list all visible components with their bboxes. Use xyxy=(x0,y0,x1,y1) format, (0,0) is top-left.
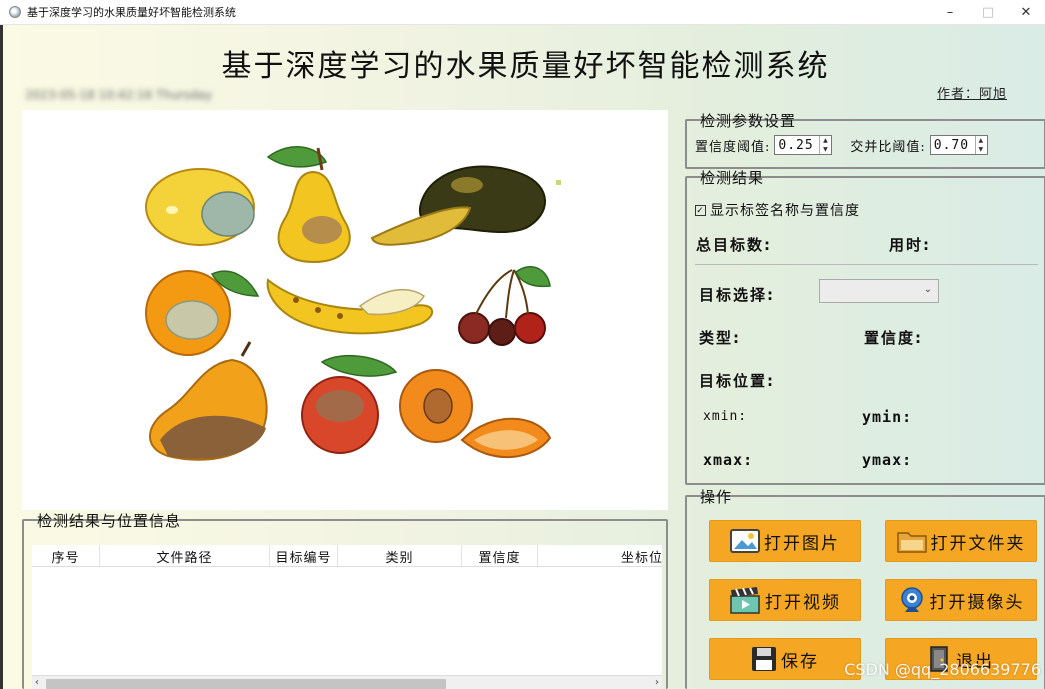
conf-threshold-label: 置信度阈值: xyxy=(695,139,771,155)
open-camera-button[interactable]: 打开摄像头 xyxy=(885,579,1037,621)
xmin-label: xmin: xyxy=(703,409,748,424)
datetime-label: 2023-05-18 10:42:16 Thursday xyxy=(25,88,213,102)
app-icon xyxy=(9,6,21,18)
minimize-button[interactable]: – xyxy=(931,0,969,25)
open-video-button[interactable]: 打开视频 xyxy=(709,579,861,621)
type-label: 类型: xyxy=(699,329,741,347)
fruit-image xyxy=(145,146,561,461)
spin-up-icon[interactable]: ▲ xyxy=(976,136,987,145)
image-icon xyxy=(730,529,760,553)
column-header-confidence[interactable]: 置信度 xyxy=(462,545,538,566)
maximize-button[interactable]: □ xyxy=(969,0,1007,25)
chevron-down-icon[interactable]: ⌄ xyxy=(924,284,932,295)
operations-group-title: 操作 xyxy=(700,488,733,506)
show-label-checkbox-row[interactable]: ✓ 显示标签名称与置信度 xyxy=(695,200,860,220)
floppy-disk-icon xyxy=(752,647,776,671)
iou-threshold-spinbox[interactable]: 0.70 ▲ ▼ xyxy=(929,135,988,155)
iou-threshold-label: 交并比阈值: xyxy=(850,139,926,155)
confidence-label: 置信度: xyxy=(864,329,923,347)
webcam-icon xyxy=(900,587,923,612)
table-body[interactable] xyxy=(32,567,662,675)
window-title: 基于深度学习的水果质量好坏智能检测系统 xyxy=(27,6,236,19)
main-window: 基于深度学习的水果质量好坏智能检测系统 作者：阿旭 2023-05-18 10:… xyxy=(0,25,1045,689)
show-label-checkbox-label: 显示标签名称与置信度 xyxy=(710,203,860,219)
target-select-label: 目标选择: xyxy=(699,286,775,304)
detection-params-group: 检测参数设置 置信度阈值: 0.25 ▲ ▼ 交并比阈值: 0.70 ▲ ▼ xyxy=(685,112,1045,169)
conf-spin-arrows[interactable]: ▲ ▼ xyxy=(819,136,831,154)
open-folder-button[interactable]: 打开文件夹 xyxy=(885,520,1037,562)
open-image-label: 打开图片 xyxy=(764,533,840,554)
video-clapper-icon xyxy=(730,587,760,614)
params-group-title: 检测参数设置 xyxy=(700,112,797,130)
column-header-target-id[interactable]: 目标编号 xyxy=(270,545,338,566)
open-image-button[interactable]: 打开图片 xyxy=(709,520,861,562)
horizontal-scrollbar[interactable]: ‹ › xyxy=(32,675,662,689)
open-folder-label: 打开文件夹 xyxy=(930,533,1026,554)
folder-icon xyxy=(896,532,927,553)
xmax-label: xmax: xyxy=(703,451,754,469)
iou-threshold-value[interactable]: 0.70 xyxy=(931,138,975,153)
conf-threshold-spinbox[interactable]: 0.25 ▲ ▼ xyxy=(774,135,833,155)
scroll-right-icon[interactable]: › xyxy=(655,677,659,688)
results-divider xyxy=(695,264,1038,265)
scrollbar-thumb[interactable] xyxy=(46,679,446,689)
column-header-index[interactable]: 序号 xyxy=(32,545,100,566)
conf-threshold-value[interactable]: 0.25 xyxy=(775,138,819,153)
time-label: 用时: xyxy=(889,236,931,254)
column-header-coordinates[interactable]: 坐标位置 xyxy=(538,545,662,566)
params-row: 置信度阈值: 0.25 ▲ ▼ 交并比阈值: 0.70 ▲ ▼ xyxy=(695,135,988,155)
results-group-title: 检测结果 xyxy=(700,169,765,187)
spin-down-icon[interactable]: ▼ xyxy=(820,145,831,154)
column-header-file-path[interactable]: 文件路径 xyxy=(100,545,270,566)
save-button[interactable]: 保存 xyxy=(709,638,861,680)
spin-up-icon[interactable]: ▲ xyxy=(820,136,831,145)
open-video-label: 打开视频 xyxy=(765,592,841,613)
author-label: 作者：阿旭 xyxy=(936,87,1007,102)
show-label-checkbox[interactable]: ✓ xyxy=(695,204,706,216)
iou-spin-arrows[interactable]: ▲ ▼ xyxy=(974,136,987,154)
open-camera-label: 打开摄像头 xyxy=(929,592,1025,613)
total-targets-label: 总目标数: xyxy=(696,236,772,254)
target-position-label: 目标位置: xyxy=(699,372,775,390)
app-title: 基于深度学习的水果质量好坏智能检测系统 xyxy=(221,49,830,84)
target-select-dropdown[interactable]: ⌄ xyxy=(819,279,939,303)
detection-results-group: 检测结果 ✓ 显示标签名称与置信度 总目标数: 用时: 目标选择: ⌄ 类型: … xyxy=(685,169,1045,485)
watermark-text: CSDN @qq_2806639776 xyxy=(844,660,1041,679)
scroll-left-icon[interactable]: ‹ xyxy=(35,677,39,688)
ymax-label: ymax: xyxy=(862,451,913,469)
spin-down-icon[interactable]: ▼ xyxy=(976,145,987,154)
table-group-title: 检测结果与位置信息 xyxy=(37,512,182,530)
close-button[interactable]: ✕ xyxy=(1007,0,1045,25)
image-display xyxy=(22,110,668,510)
table-header: 序号 文件路径 目标编号 类别 置信度 坐标位置 xyxy=(32,545,662,567)
window-controls: – □ ✕ xyxy=(931,0,1045,25)
column-header-category[interactable]: 类别 xyxy=(338,545,462,566)
window-titlebar: 基于深度学习的水果质量好坏智能检测系统 – □ ✕ xyxy=(0,0,1045,25)
result-table-group: 检测结果与位置信息 序号 文件路径 目标编号 类别 置信度 坐标位置 ‹ › xyxy=(22,512,668,689)
ymin-label: ymin: xyxy=(862,408,913,426)
save-label: 保存 xyxy=(781,651,819,672)
